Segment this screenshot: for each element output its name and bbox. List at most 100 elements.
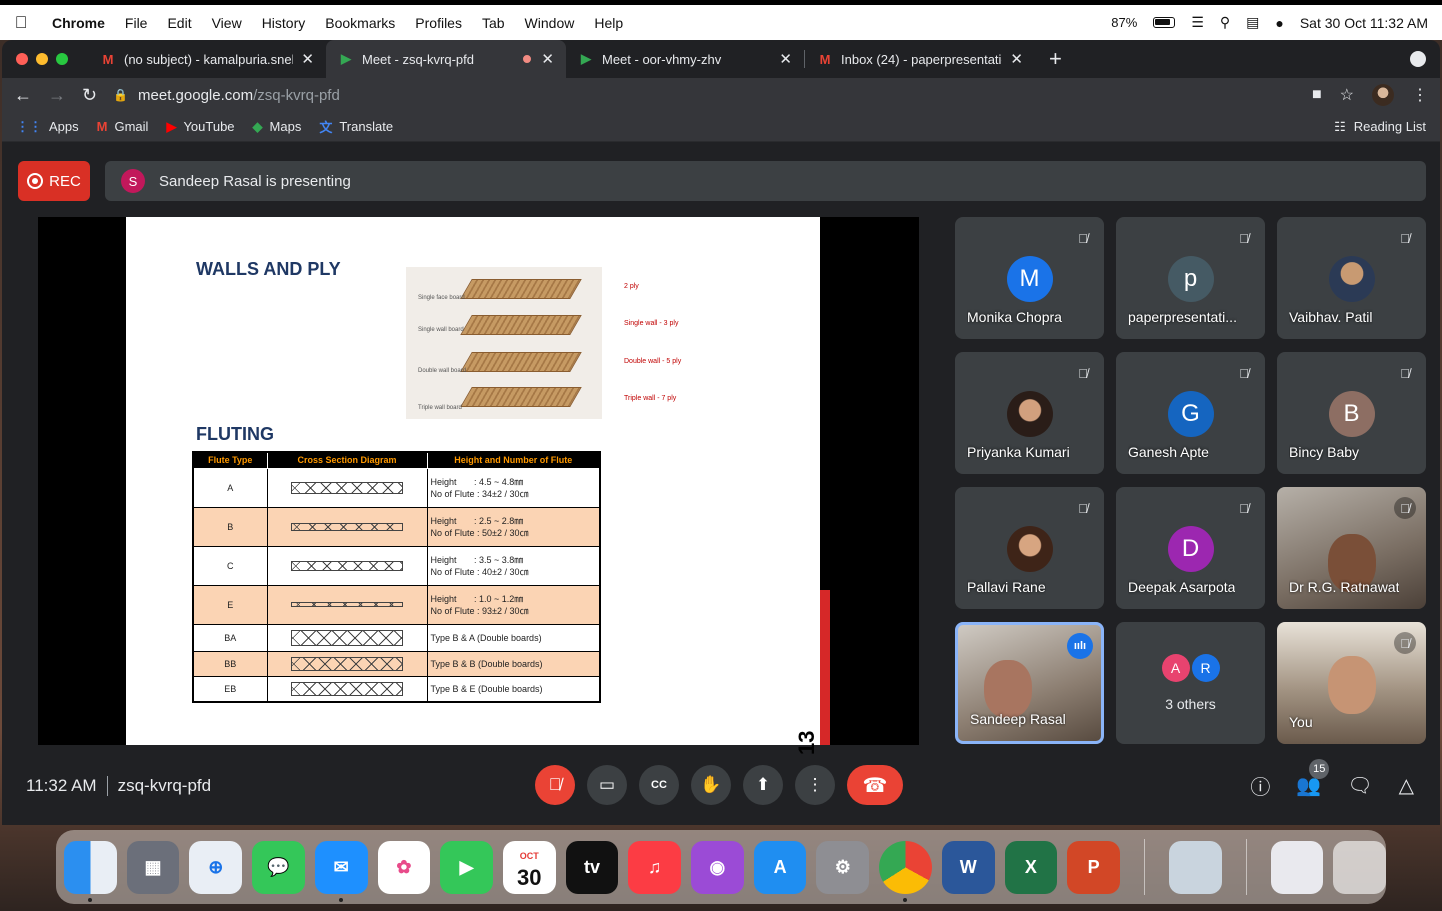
present-screen-button[interactable]: ⬆ <box>743 765 783 805</box>
chat-icon[interactable]: 🗨 <box>1347 773 1372 798</box>
recording-badge[interactable]: REC <box>18 161 90 201</box>
lock-icon[interactable]: 🔒 <box>113 88 128 102</box>
chrome-icon[interactable] <box>879 840 932 902</box>
table-row: E Height : 1.0 ~ 1.2㎜ No of Flute : 93±2… <box>192 584 601 625</box>
menu-view[interactable]: View <box>202 15 252 31</box>
battery-icon[interactable] <box>1153 17 1176 28</box>
calendar-icon[interactable]: OCT 30 <box>502 840 556 894</box>
menu-help[interactable]: Help <box>584 15 633 31</box>
participant-tile[interactable]: 🎙̸ D Deepak Asarpota <box>1116 487 1265 609</box>
app-store-icon[interactable]: A <box>753 840 807 894</box>
camera-in-use-icon[interactable]: ■ <box>1312 86 1322 104</box>
spotlight-search-icon[interactable]: ⚲ <box>1220 14 1230 31</box>
participant-tile[interactable]: 🎙̸ B Bincy Baby <box>1277 352 1426 474</box>
system-preferences-icon[interactable]: ⚙ <box>816 840 870 894</box>
raise-hand-button[interactable]: ✋ <box>691 765 731 805</box>
menu-tab[interactable]: Tab <box>472 15 515 31</box>
excel-icon[interactable]: X <box>1004 840 1058 894</box>
participant-tile[interactable]: 🎙̸ G Ganesh Apte <box>1116 352 1265 474</box>
launchpad-icon[interactable]: ▦ <box>126 840 180 894</box>
participant-tile[interactable]: 🎙̸ Priyanka Kumari <box>955 352 1104 474</box>
apple-tv-icon[interactable]: tv <box>565 840 619 894</box>
flute-type: C <box>192 545 268 586</box>
menubar-clock[interactable]: Sat 30 Oct 11:32 AM <box>1300 15 1428 31</box>
reading-list-button[interactable]: ☷ Reading List <box>1334 119 1426 135</box>
bookmark-star-icon[interactable]: ☆ <box>1340 85 1354 105</box>
profile-avatar[interactable] <box>1372 84 1394 106</box>
corrugated-board-illustration: Single face board Single wall board Doub… <box>406 267 602 419</box>
zoom-window-button[interactable] <box>56 53 68 65</box>
close-tab-icon[interactable]: ✕ <box>779 50 792 68</box>
cross-section-diagram <box>266 467 428 508</box>
participant-tile[interactable]: 🎙̸ M Monika Chopra <box>955 217 1104 339</box>
music-icon[interactable]: ♫ <box>628 840 682 894</box>
menu-history[interactable]: History <box>252 15 316 31</box>
podcasts-icon[interactable]: ◉ <box>691 840 744 894</box>
tv-label: tv <box>583 856 600 877</box>
record-icon <box>27 173 44 189</box>
self-view-tile[interactable]: 🎙̸ You <box>1277 622 1426 744</box>
tab-meet-active[interactable]: ▶ Meet - zsq-kvrq-pfd ✕ <box>326 40 566 78</box>
participant-video-tile[interactable]: 🎙̸ Dr R.G. Ratnawat <box>1277 487 1426 609</box>
bookmark-youtube[interactable]: ▶ YouTube <box>166 119 234 135</box>
bookmark-maps[interactable]: ◆ Maps <box>253 119 302 135</box>
word-icon[interactable]: W <box>941 840 995 894</box>
close-tab-icon[interactable]: ✕ <box>541 50 554 68</box>
presenting-text: Sandeep Rasal is presenting <box>159 172 351 190</box>
tab-gmail-no-subject[interactable]: M (no subject) - kamalpuria.sneh ✕ <box>88 40 326 78</box>
bookmark-translate[interactable]: 文 Translate <box>319 117 393 136</box>
others-tile[interactable]: A R 3 others <box>1116 622 1265 744</box>
menu-edit[interactable]: Edit <box>157 15 201 31</box>
menu-window[interactable]: Window <box>515 15 585 31</box>
menu-file[interactable]: File <box>115 15 158 31</box>
active-speaker-tile[interactable]: ıılı Sandeep Rasal <box>955 622 1104 744</box>
powerpoint-icon[interactable]: P <box>1067 840 1120 894</box>
apple-menu-icon[interactable]:  <box>0 13 42 33</box>
bookmark-apps[interactable]: ⋮⋮ Apps <box>16 119 79 135</box>
slide-heading-fluting: FLUTING <box>196 424 274 444</box>
menu-bookmarks[interactable]: Bookmarks <box>315 15 405 31</box>
back-icon[interactable]: ← <box>14 85 32 106</box>
tab-search-icon[interactable] <box>1410 51 1426 67</box>
activities-icon[interactable]: △ <box>1399 773 1414 798</box>
meeting-info-icon[interactable]: ⓘ <box>1250 771 1270 800</box>
mail-icon[interactable]: ✉ <box>314 840 368 902</box>
chrome-menu-icon[interactable]: ⋮ <box>1412 85 1428 105</box>
siri-icon[interactable]: ● <box>1275 15 1283 31</box>
wifi-icon[interactable]: ☰ <box>1191 14 1204 31</box>
menu-profiles[interactable]: Profiles <box>405 15 472 31</box>
finder-icon[interactable] <box>64 840 117 902</box>
recent-window-icon[interactable] <box>1270 840 1324 894</box>
presentation-stage[interactable]: WALLS AND PLY Single face board Single w… <box>38 217 919 755</box>
participant-tile[interactable]: 🎙̸ Pallavi Rane <box>955 487 1104 609</box>
bookmark-gmail[interactable]: M Gmail <box>97 119 149 134</box>
close-tab-icon[interactable]: ✕ <box>1010 50 1023 68</box>
camera-button[interactable]: ▭ <box>587 765 627 805</box>
microphone-off-button[interactable]: 🎙̸ <box>535 765 575 805</box>
messages-icon[interactable]: 💬 <box>252 840 305 894</box>
address-bar[interactable]: 🔒 meet.google.com /zsq-kvrq-pfd <box>113 81 1296 109</box>
participant-tile[interactable]: 🎙̸ p paperpresentati... <box>1116 217 1265 339</box>
photos-icon[interactable]: ✿ <box>377 840 431 894</box>
close-window-button[interactable] <box>16 53 28 65</box>
minimize-window-button[interactable] <box>36 53 48 65</box>
more-options-button[interactable]: ⋮ <box>795 765 835 805</box>
preview-icon[interactable] <box>1168 840 1222 894</box>
leave-call-button[interactable]: ☎ <box>847 765 903 805</box>
gmail-icon: M <box>102 51 114 67</box>
control-center-icon[interactable]: ▤ <box>1246 14 1259 31</box>
menu-app-name[interactable]: Chrome <box>42 15 115 31</box>
reload-icon[interactable]: ↻ <box>82 85 97 106</box>
tab-gmail-inbox[interactable]: M Inbox (24) - paperpresentation ✕ <box>805 40 1035 78</box>
new-tab-button[interactable]: + <box>1049 46 1062 72</box>
participant-tile[interactable]: 🎙̸ Vaibhav. Patil <box>1277 217 1426 339</box>
forward-icon[interactable]: → <box>48 85 66 106</box>
tab-meet-other[interactable]: ▶ Meet - oor-vhmy-zhv ✕ <box>566 40 804 78</box>
people-button[interactable]: 👥 15 <box>1296 759 1330 798</box>
close-tab-icon[interactable]: ✕ <box>301 50 314 68</box>
trash-icon[interactable] <box>1333 840 1387 894</box>
captions-button[interactable]: CC <box>639 765 679 805</box>
safari-icon[interactable]: ⊕ <box>189 840 243 894</box>
facetime-icon[interactable]: ▶ <box>440 840 493 894</box>
participant-avatar: M <box>1006 256 1053 302</box>
